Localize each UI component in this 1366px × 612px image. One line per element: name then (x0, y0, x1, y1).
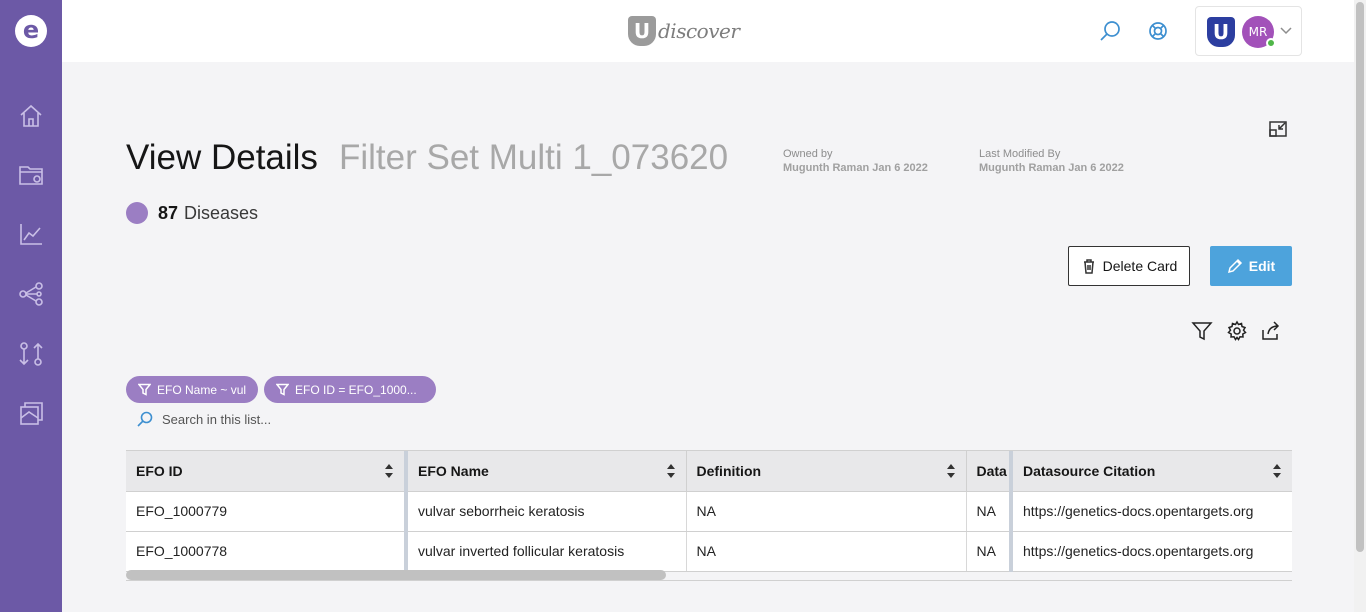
entity-count: 87 Diseases (126, 202, 258, 224)
sort-icon[interactable] (384, 463, 394, 479)
home-icon[interactable] (17, 102, 45, 130)
table-header-row: EFO ID EFO Name Definition Data Datasour… (126, 451, 1292, 492)
list-search (136, 408, 362, 430)
gear-icon[interactable] (1226, 320, 1248, 342)
column-header-data[interactable]: Data (966, 451, 1013, 492)
cell-efo-name: vulvar inverted follicular keratosis (406, 531, 687, 572)
trash-icon (1083, 259, 1094, 274)
entity-type-dot (126, 202, 148, 224)
online-status-dot (1266, 38, 1276, 48)
cell-definition: NA (686, 491, 967, 532)
cell-efo-name: vulvar seborrheic keratosis (406, 491, 687, 532)
table-bottom-divider (126, 580, 1292, 581)
page-title: View Details (126, 138, 318, 177)
filter-chip-efo-id[interactable]: EFO ID = EFO_1000... (264, 376, 436, 403)
owned-by-meta: Owned by Mugunth Raman Jan 6 2022 (783, 148, 928, 174)
table-scrollbar-thumb[interactable] (126, 570, 666, 580)
pencil-icon (1227, 258, 1242, 274)
cards-icon[interactable] (17, 400, 45, 428)
filter-icon (138, 383, 151, 396)
card-name: Filter Set Multi 1_073620 (339, 138, 729, 177)
cell-efo-id: EFO_1000779 (126, 491, 408, 532)
top-header: U discover U MR (62, 0, 1354, 62)
edit-button[interactable]: Edit (1210, 246, 1292, 286)
filter-icon[interactable] (1191, 320, 1213, 342)
cell-data: NA (966, 531, 1013, 572)
brand-logo[interactable]: U discover (628, 14, 740, 48)
cell-datasource-citation[interactable]: https://genetics-docs.opentargets.org (1011, 531, 1292, 572)
column-header-efo-name[interactable]: EFO Name (406, 451, 687, 492)
results-table: EFO ID EFO Name Definition Data Datasour… (126, 450, 1292, 580)
sort-icon[interactable] (1272, 463, 1282, 479)
cell-efo-id: EFO_1000778 (126, 531, 408, 572)
column-header-efo-id[interactable]: EFO ID (126, 451, 408, 492)
column-header-definition[interactable]: Definition (686, 451, 967, 492)
last-modified-meta: Last Modified By Mugunth Raman Jan 6 202… (979, 148, 1124, 174)
compare-icon[interactable] (17, 340, 45, 368)
table-horizontal-scrollbar[interactable] (126, 570, 1292, 580)
page-scrollbar-thumb[interactable] (1356, 2, 1364, 552)
search-input[interactable] (162, 411, 362, 427)
chevron-down-icon (1278, 22, 1294, 38)
collapse-view-icon[interactable] (1268, 119, 1288, 139)
cell-datasource-citation[interactable]: https://genetics-docs.opentargets.org (1011, 491, 1292, 532)
user-menu[interactable]: U MR (1195, 6, 1302, 56)
filter-chip-efo-name[interactable]: EFO Name ~ vul (126, 376, 259, 403)
network-icon[interactable] (17, 280, 45, 308)
cell-data: NA (966, 491, 1013, 532)
sort-icon[interactable] (666, 463, 676, 479)
folder-icon[interactable] (17, 161, 45, 189)
cell-definition: NA (686, 531, 967, 572)
left-nav-rail: e (0, 0, 62, 612)
filter-icon (276, 383, 289, 396)
help-lifebuoy-icon[interactable] (1146, 19, 1170, 43)
table-row[interactable]: EFO_1000778 vulvar inverted follicular k… (126, 531, 1292, 572)
column-header-datasource-citation[interactable]: Datasource Citation (1011, 451, 1292, 492)
search-icon (137, 411, 153, 427)
table-row[interactable]: EFO_1000779 vulvar seborrheic keratosis … (126, 491, 1292, 532)
sort-icon[interactable] (946, 463, 956, 479)
chart-icon[interactable] (17, 220, 45, 248)
org-logo: U (1207, 17, 1235, 47)
delete-card-button[interactable]: Delete Card (1068, 246, 1190, 286)
page-scrollbar[interactable] (1354, 0, 1366, 612)
app-logo[interactable]: e (15, 15, 47, 47)
share-icon[interactable] (1260, 320, 1282, 342)
search-icon[interactable] (1098, 19, 1122, 43)
